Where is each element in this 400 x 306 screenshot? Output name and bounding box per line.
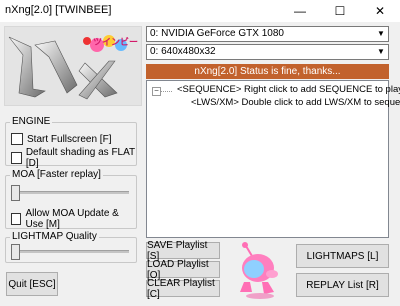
checkbox-box[interactable] — [11, 213, 22, 225]
clear-playlist-button[interactable]: CLEAR Playlist [C] — [146, 278, 220, 300]
lightmaps-button[interactable]: LIGHTMAPS [L] — [296, 244, 389, 268]
close-button[interactable]: ✕ — [360, 0, 400, 22]
replay-list-button[interactable]: REPLAY List [R] — [296, 273, 389, 297]
allow-moa-checkbox[interactable]: Allow MOA Update & Use [M] — [11, 208, 136, 230]
lightmap-group-title: LIGHTMAP Quality — [10, 231, 99, 242]
checkbox-box[interactable] — [11, 152, 22, 164]
quit-button[interactable]: Quit [ESC] — [6, 272, 58, 296]
save-playlist-button[interactable]: SAVE Playlist [S] — [146, 240, 220, 262]
slider-thumb[interactable] — [11, 185, 20, 201]
moa-group: MOA [Faster replay] Allow MOA Update & U… — [5, 169, 137, 230]
slider-track — [11, 250, 129, 253]
tree-root-item[interactable]: <SEQUENCE> Right click to add SEQUENCE t… — [177, 84, 400, 95]
checkbox-box[interactable] — [11, 133, 23, 145]
start-fullscreen-checkbox[interactable]: Start Fullscreen [F] — [11, 133, 111, 145]
window-title: nXng[2.0] [TWINBEE] — [5, 4, 112, 16]
maximize-button[interactable]: ☐ — [320, 0, 360, 22]
device-select-value: 0: NVIDIA GeForce GTX 1080 — [150, 28, 284, 39]
allow-moa-label: Allow MOA Update & Use [M] — [25, 208, 119, 230]
default-shading-label: Default shading as FLAT [D] — [25, 147, 135, 169]
slider-thumb[interactable] — [11, 244, 20, 260]
title-bar: nXng[2.0] [TWINBEE] — ☐ ✕ — [0, 0, 400, 22]
lightmap-slider[interactable] — [11, 243, 129, 260]
chevron-down-icon[interactable]: ▼ — [374, 27, 388, 41]
default-shading-checkbox[interactable]: Default shading as FLAT [D] — [11, 147, 136, 169]
status-bar: nXng[2.0] Status is fine, thanks... — [146, 64, 389, 79]
tree-child-item[interactable]: <LWS/XM> Double click to add LWS/XM to s… — [191, 97, 400, 108]
engine-group: ENGINE Start Fullscreen [F] Default shad… — [5, 116, 137, 169]
mode-select[interactable]: 0: 640x480x32 ▼ — [146, 44, 389, 60]
twinbee-mascot-image — [240, 242, 278, 299]
twinbee-mascot — [226, 238, 290, 300]
app-logo: nX ツインビー — [4, 26, 142, 106]
start-fullscreen-label: Start Fullscreen [F] — [27, 133, 112, 145]
lightmap-group: LIGHTMAP Quality — [5, 231, 137, 263]
moa-slider[interactable] — [11, 184, 129, 201]
tree-connector — [160, 91, 172, 92]
logo-badge-text: ツインビー — [93, 37, 139, 47]
chevron-down-icon[interactable]: ▼ — [374, 45, 388, 59]
engine-group-title: ENGINE — [10, 116, 53, 127]
moa-group-title: MOA [Faster replay] — [10, 169, 103, 180]
slider-track — [11, 191, 129, 194]
mode-select-value: 0: 640x480x32 — [150, 46, 216, 57]
load-playlist-button[interactable]: LOAD Playlist [O] — [146, 259, 220, 281]
minimize-button[interactable]: — — [280, 0, 320, 22]
device-select[interactable]: 0: NVIDIA GeForce GTX 1080 ▼ — [146, 26, 389, 42]
status-text: nXng[2.0] Status is fine, thanks... — [194, 66, 341, 77]
sequence-tree[interactable]: − <SEQUENCE> Right click to add SEQUENCE… — [146, 80, 400, 238]
